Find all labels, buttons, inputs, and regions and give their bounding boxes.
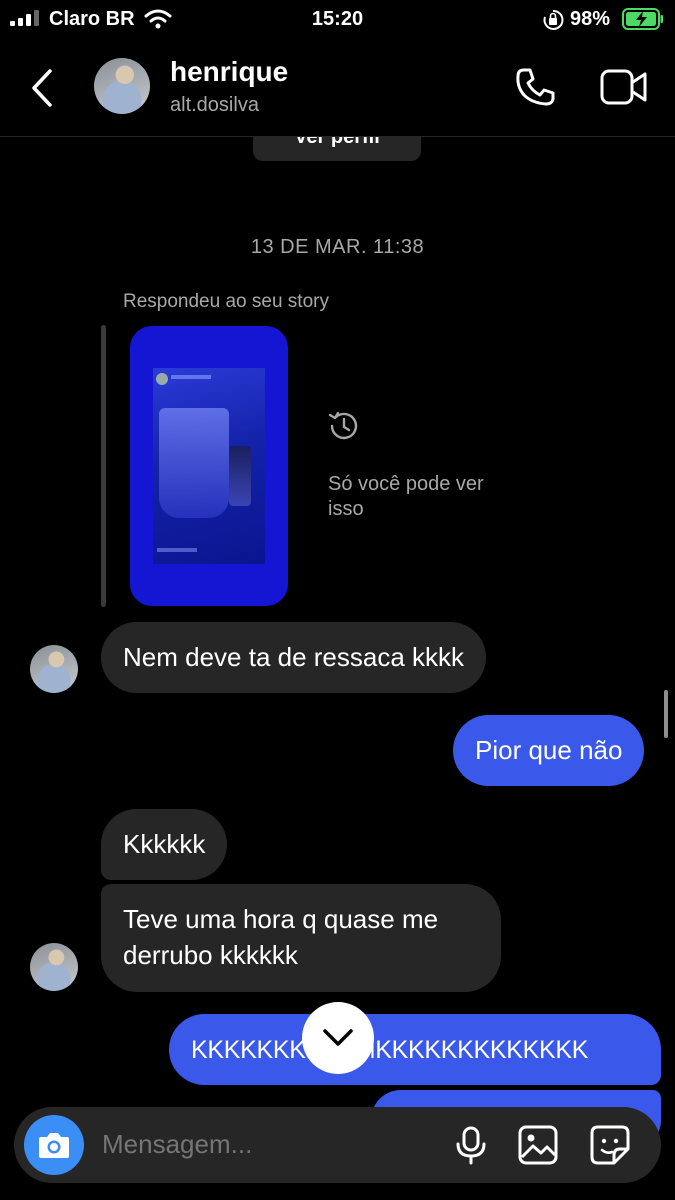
story-reply-label: Respondeu ao seu story — [123, 291, 329, 312]
reply-quote-bar — [101, 325, 106, 607]
message-incoming[interactable]: Kkkkkk — [101, 809, 228, 880]
back-icon[interactable] — [28, 68, 56, 108]
phone-icon[interactable] — [514, 66, 556, 108]
message-incoming[interactable]: Teve uma hora q quase me derrubo kkkkkk — [101, 884, 501, 992]
orientation-lock-icon — [543, 9, 564, 30]
story-thumbnail[interactable] — [130, 326, 288, 606]
scroll-indicator[interactable] — [664, 690, 668, 738]
sticker-icon[interactable] — [590, 1125, 630, 1165]
contact-handle[interactable]: alt.dosilva — [170, 94, 259, 117]
battery-percentage: 98% — [570, 8, 611, 30]
battery-icon — [622, 8, 663, 30]
story-image — [153, 368, 265, 564]
scroll-to-bottom-button[interactable] — [302, 1002, 374, 1074]
message-composer — [14, 1107, 661, 1183]
date-separator: 13 DE MAR. 11:38 — [250, 236, 425, 258]
history-icon — [328, 411, 358, 440]
video-icon[interactable] — [600, 68, 648, 106]
contact-name[interactable]: henrique — [170, 56, 288, 88]
microphone-icon[interactable] — [451, 1125, 491, 1165]
camera-icon — [39, 1133, 69, 1158]
message-outgoing[interactable]: Pior que não — [453, 715, 645, 786]
gallery-icon[interactable] — [518, 1125, 558, 1165]
only-you-notice: Só você pode ver isso — [328, 473, 484, 520]
status-bar: Claro BR 15:20 98% — [0, 0, 675, 40]
camera-button[interactable] — [24, 1115, 84, 1175]
sender-avatar[interactable] — [30, 645, 78, 693]
chat-header: henrique alt.dosilva — [0, 40, 675, 137]
contact-avatar[interactable] — [94, 58, 150, 114]
message-input[interactable] — [102, 1129, 432, 1160]
sender-avatar[interactable] — [30, 943, 78, 991]
message-outgoing[interactable]: KKKKKKKKKKMKKKKKKKKKKKKK — [169, 1014, 661, 1085]
chevron-down-icon — [323, 1029, 353, 1046]
view-profile-button[interactable]: Ver perfil — [253, 137, 421, 161]
message-incoming[interactable]: Nem deve ta de ressaca kkkk — [101, 622, 487, 693]
